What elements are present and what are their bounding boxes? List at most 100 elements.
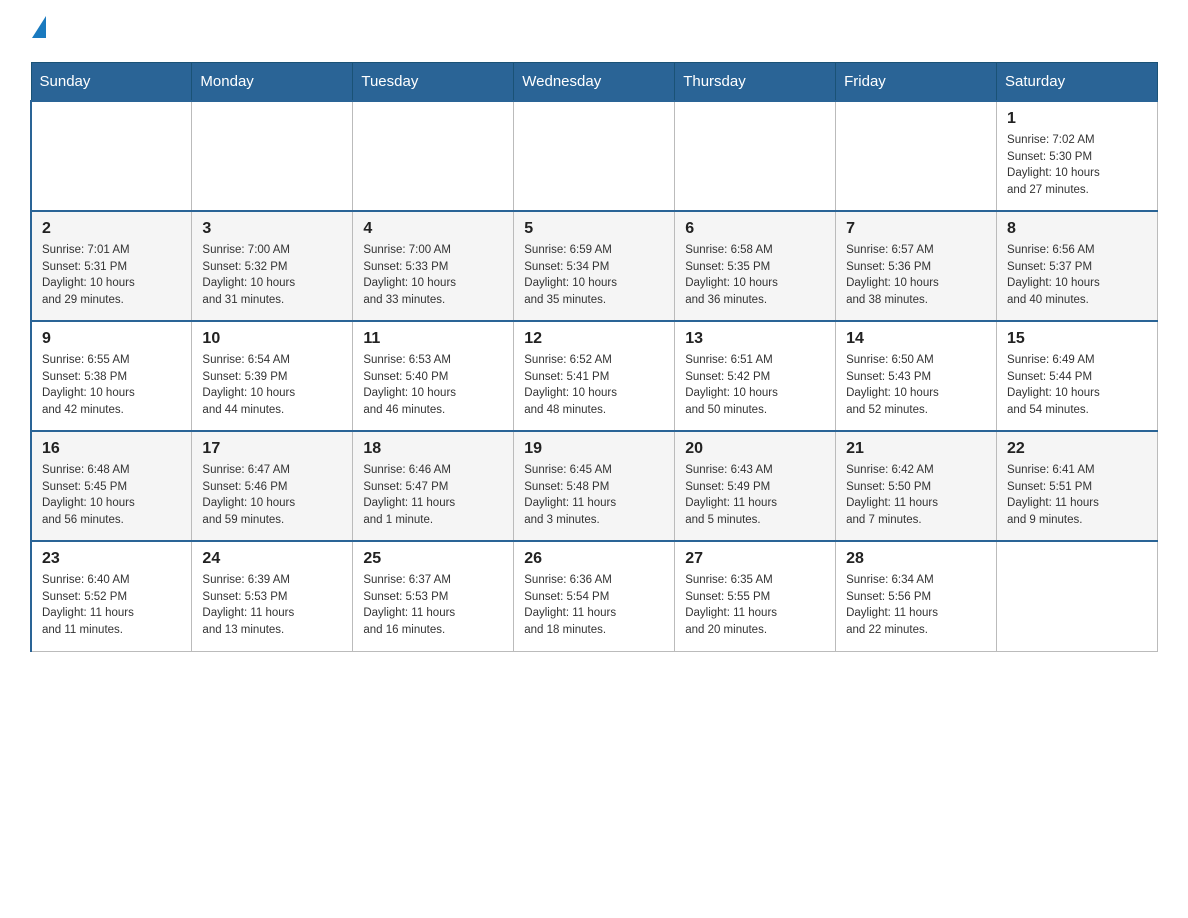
calendar-day-cell: 25 Sunrise: 6:37 AMSunset: 5:53 PMDayligh… [353, 541, 514, 651]
logo [30, 20, 46, 42]
calendar-table: SundayMondayTuesdayWednesdayThursdayFrid… [30, 62, 1158, 652]
day-of-week-header: Thursday [675, 63, 836, 102]
calendar-day-cell: 4 Sunrise: 7:00 AMSunset: 5:33 PMDaylight… [353, 211, 514, 321]
day-info: Sunrise: 6:59 AMSunset: 5:34 PMDaylight:… [524, 242, 664, 309]
page-header [30, 20, 1158, 42]
day-number: 23 [42, 550, 181, 568]
day-info: Sunrise: 6:43 AMSunset: 5:49 PMDaylight:… [685, 462, 825, 529]
calendar-day-cell: 10Sunrise: 6:54 AMSunset: 5:39 PMDayligh… [192, 321, 353, 431]
calendar-day-cell: 22 Sunrise: 6:41 AMSunset: 5:51 PMDayligh… [997, 431, 1158, 541]
day-info: Sunrise: 6:41 AMSunset: 5:51 PMDaylight:… [1007, 462, 1147, 529]
day-info: Sunrise: 6:51 AMSunset: 5:42 PMDaylight:… [685, 352, 825, 419]
calendar-day-cell: 20 Sunrise: 6:43 AMSunset: 5:49 PMDayligh… [675, 431, 836, 541]
calendar-day-cell: 28 Sunrise: 6:34 AMSunset: 5:56 PMDayligh… [836, 541, 997, 651]
calendar-day-cell: 21 Sunrise: 6:42 AMSunset: 5:50 PMDayligh… [836, 431, 997, 541]
calendar-day-cell [514, 101, 675, 211]
calendar-day-cell: 19 Sunrise: 6:45 AMSunset: 5:48 PMDayligh… [514, 431, 675, 541]
calendar-week-row: 23 Sunrise: 6:40 AMSunset: 5:52 PMDayligh… [31, 541, 1158, 651]
day-of-week-header: Saturday [997, 63, 1158, 102]
calendar-week-row: 1 Sunrise: 7:02 AMSunset: 5:30 PMDaylight… [31, 101, 1158, 211]
day-number: 16 [42, 440, 181, 458]
calendar-day-cell: 8 Sunrise: 6:56 AMSunset: 5:37 PMDaylight… [997, 211, 1158, 321]
day-of-week-header: Friday [836, 63, 997, 102]
day-number: 8 [1007, 220, 1147, 238]
day-info: Sunrise: 6:39 AMSunset: 5:53 PMDaylight:… [202, 572, 342, 639]
day-number: 15 [1007, 330, 1147, 348]
day-info: Sunrise: 6:35 AMSunset: 5:55 PMDaylight:… [685, 572, 825, 639]
day-number: 20 [685, 440, 825, 458]
calendar-day-cell: 18 Sunrise: 6:46 AMSunset: 5:47 PMDayligh… [353, 431, 514, 541]
day-of-week-header: Sunday [31, 63, 192, 102]
day-number: 11 [363, 330, 503, 348]
day-of-week-header: Tuesday [353, 63, 514, 102]
day-number: 26 [524, 550, 664, 568]
day-info: Sunrise: 6:49 AMSunset: 5:44 PMDaylight:… [1007, 352, 1147, 419]
day-number: 28 [846, 550, 986, 568]
calendar-day-cell [31, 101, 192, 211]
day-number: 24 [202, 550, 342, 568]
day-number: 22 [1007, 440, 1147, 458]
calendar-day-cell: 3 Sunrise: 7:00 AMSunset: 5:32 PMDaylight… [192, 211, 353, 321]
day-info: Sunrise: 7:00 AMSunset: 5:33 PMDaylight:… [363, 242, 503, 309]
day-number: 5 [524, 220, 664, 238]
day-number: 27 [685, 550, 825, 568]
day-number: 3 [202, 220, 342, 238]
day-number: 17 [202, 440, 342, 458]
calendar-day-cell: 6 Sunrise: 6:58 AMSunset: 5:35 PMDaylight… [675, 211, 836, 321]
day-info: Sunrise: 6:53 AMSunset: 5:40 PMDaylight:… [363, 352, 503, 419]
calendar-day-cell: 9 Sunrise: 6:55 AMSunset: 5:38 PMDaylight… [31, 321, 192, 431]
day-info: Sunrise: 6:40 AMSunset: 5:52 PMDaylight:… [42, 572, 181, 639]
calendar-day-cell: 23 Sunrise: 6:40 AMSunset: 5:52 PMDayligh… [31, 541, 192, 651]
day-info: Sunrise: 6:37 AMSunset: 5:53 PMDaylight:… [363, 572, 503, 639]
day-info: Sunrise: 6:50 AMSunset: 5:43 PMDaylight:… [846, 352, 986, 419]
calendar-day-cell: 14 Sunrise: 6:50 AMSunset: 5:43 PMDayligh… [836, 321, 997, 431]
calendar-header-row: SundayMondayTuesdayWednesdayThursdayFrid… [31, 63, 1158, 102]
day-number: 13 [685, 330, 825, 348]
day-info: Sunrise: 6:52 AMSunset: 5:41 PMDaylight:… [524, 352, 664, 419]
calendar-day-cell [997, 541, 1158, 651]
day-number: 9 [42, 330, 181, 348]
day-of-week-header: Monday [192, 63, 353, 102]
day-info: Sunrise: 6:57 AMSunset: 5:36 PMDaylight:… [846, 242, 986, 309]
day-number: 2 [42, 220, 181, 238]
calendar-week-row: 16 Sunrise: 6:48 AMSunset: 5:45 PMDayligh… [31, 431, 1158, 541]
day-number: 19 [524, 440, 664, 458]
day-info: Sunrise: 6:56 AMSunset: 5:37 PMDaylight:… [1007, 242, 1147, 309]
day-info: Sunrise: 6:48 AMSunset: 5:45 PMDaylight:… [42, 462, 181, 529]
calendar-day-cell: 11 Sunrise: 6:53 AMSunset: 5:40 PMDayligh… [353, 321, 514, 431]
day-number: 4 [363, 220, 503, 238]
calendar-day-cell: 15 Sunrise: 6:49 AMSunset: 5:44 PMDayligh… [997, 321, 1158, 431]
day-info: Sunrise: 6:54 AMSunset: 5:39 PMDaylight:… [202, 352, 342, 419]
day-number: 12 [524, 330, 664, 348]
calendar-day-cell [675, 101, 836, 211]
calendar-day-cell: 7 Sunrise: 6:57 AMSunset: 5:36 PMDaylight… [836, 211, 997, 321]
day-number: 25 [363, 550, 503, 568]
day-info: Sunrise: 6:58 AMSunset: 5:35 PMDaylight:… [685, 242, 825, 309]
calendar-week-row: 2Sunrise: 7:01 AMSunset: 5:31 PMDaylight… [31, 211, 1158, 321]
day-number: 6 [685, 220, 825, 238]
calendar-day-cell: 12 Sunrise: 6:52 AMSunset: 5:41 PMDayligh… [514, 321, 675, 431]
day-info: Sunrise: 6:45 AMSunset: 5:48 PMDaylight:… [524, 462, 664, 529]
calendar-day-cell [192, 101, 353, 211]
day-info: Sunrise: 6:34 AMSunset: 5:56 PMDaylight:… [846, 572, 986, 639]
calendar-day-cell: 2Sunrise: 7:01 AMSunset: 5:31 PMDaylight… [31, 211, 192, 321]
day-number: 1 [1007, 110, 1147, 128]
calendar-day-cell: 26 Sunrise: 6:36 AMSunset: 5:54 PMDayligh… [514, 541, 675, 651]
calendar-day-cell: 17 Sunrise: 6:47 AMSunset: 5:46 PMDayligh… [192, 431, 353, 541]
day-number: 7 [846, 220, 986, 238]
day-number: 21 [846, 440, 986, 458]
calendar-day-cell: 27 Sunrise: 6:35 AMSunset: 5:55 PMDayligh… [675, 541, 836, 651]
day-info: Sunrise: 6:36 AMSunset: 5:54 PMDaylight:… [524, 572, 664, 639]
day-number: 14 [846, 330, 986, 348]
calendar-day-cell: 24 Sunrise: 6:39 AMSunset: 5:53 PMDayligh… [192, 541, 353, 651]
day-info: Sunrise: 7:00 AMSunset: 5:32 PMDaylight:… [202, 242, 342, 309]
day-info: Sunrise: 6:46 AMSunset: 5:47 PMDaylight:… [363, 462, 503, 529]
calendar-day-cell: 1 Sunrise: 7:02 AMSunset: 5:30 PMDaylight… [997, 101, 1158, 211]
day-of-week-header: Wednesday [514, 63, 675, 102]
logo-triangle-icon [32, 16, 46, 38]
day-info: Sunrise: 6:42 AMSunset: 5:50 PMDaylight:… [846, 462, 986, 529]
day-info: Sunrise: 7:02 AMSunset: 5:30 PMDaylight:… [1007, 132, 1147, 199]
day-info: Sunrise: 6:47 AMSunset: 5:46 PMDaylight:… [202, 462, 342, 529]
day-info: Sunrise: 6:55 AMSunset: 5:38 PMDaylight:… [42, 352, 181, 419]
day-number: 18 [363, 440, 503, 458]
